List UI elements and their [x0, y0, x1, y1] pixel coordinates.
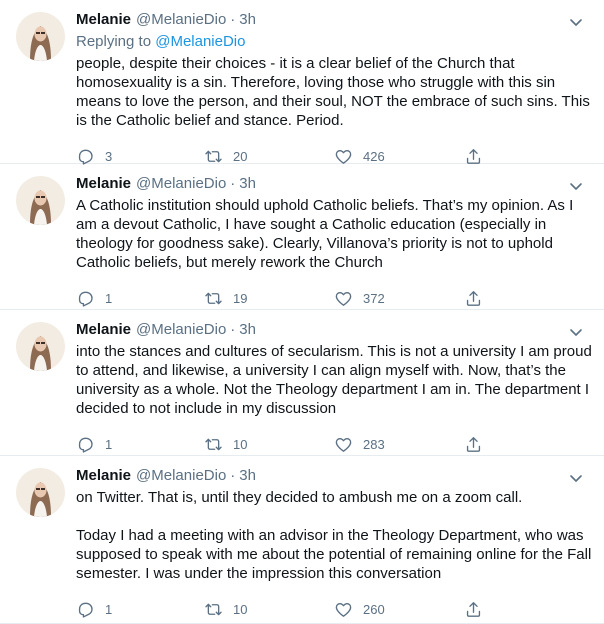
retweet-button[interactable]: 10 — [204, 435, 334, 454]
separator-dot: · — [230, 321, 236, 338]
tweet[interactable]: Melanie @MelanieDio · 3h A Catholic inst… — [0, 164, 604, 310]
tweet-text: on Twitter. That is, until they decided … — [76, 489, 592, 582]
reply-count: 3 — [105, 148, 113, 164]
like-button[interactable]: 260 — [334, 600, 464, 619]
user-handle[interactable]: @MelanieDio — [136, 466, 226, 486]
heart-icon — [335, 602, 352, 617]
reply-icon — [78, 437, 93, 453]
timestamp[interactable]: 3h — [239, 174, 256, 194]
tweet[interactable]: Melanie @MelanieDio · 3h Replying to @Me… — [0, 0, 604, 166]
share-button[interactable] — [464, 147, 504, 166]
reply-icon — [78, 602, 93, 618]
tweet-text: people, despite their choices - it is a … — [76, 55, 590, 129]
share-button[interactable] — [464, 289, 504, 308]
reply-count: 1 — [105, 601, 113, 617]
tweet[interactable]: Melanie @MelanieDio · 3h on Twitter. Tha… — [0, 456, 604, 624]
share-button[interactable] — [464, 435, 504, 454]
reply-icon — [78, 291, 93, 307]
retweet-button[interactable]: 20 — [204, 147, 334, 166]
tweet-text: A Catholic institution should uphold Cat… — [76, 197, 574, 271]
reply-icon — [78, 149, 93, 165]
share-icon — [466, 601, 481, 617]
retweet-count: 20 — [233, 148, 248, 164]
reply-button[interactable]: 1 — [76, 289, 204, 308]
reply-count: 1 — [105, 436, 113, 452]
retweet-icon — [205, 150, 222, 162]
display-name[interactable]: Melanie — [76, 466, 131, 486]
tweet[interactable]: Melanie @MelanieDio · 3h into the stance… — [0, 310, 604, 456]
chevron-down-icon[interactable] — [566, 176, 586, 196]
heart-icon — [335, 149, 352, 164]
timestamp[interactable]: 3h — [239, 10, 256, 30]
replying-to: Replying to @MelanieDio — [76, 32, 596, 52]
tweet-timeline: Melanie @MelanieDio · 3h Replying to @Me… — [0, 0, 604, 624]
like-count: 283 — [363, 436, 385, 452]
chevron-down-icon[interactable] — [566, 468, 586, 488]
separator-dot: · — [230, 175, 236, 192]
user-handle[interactable]: @MelanieDio — [136, 320, 226, 340]
heart-icon — [335, 437, 352, 452]
share-button[interactable] — [464, 600, 504, 619]
user-handle[interactable]: @MelanieDio — [136, 10, 226, 30]
chevron-down-icon[interactable] — [566, 12, 586, 32]
retweet-button[interactable]: 10 — [204, 600, 334, 619]
share-icon — [466, 148, 481, 164]
timestamp[interactable]: 3h — [239, 466, 256, 486]
avatar[interactable] — [16, 322, 65, 371]
chevron-down-icon[interactable] — [566, 322, 586, 342]
separator-dot: · — [230, 467, 236, 484]
reply-button[interactable]: 1 — [76, 435, 204, 454]
tweet-text: into the stances and cultures of secular… — [76, 343, 592, 417]
like-button[interactable]: 283 — [334, 435, 464, 454]
avatar[interactable] — [16, 468, 65, 517]
user-handle[interactable]: @MelanieDio — [136, 174, 226, 194]
retweet-icon — [205, 292, 222, 304]
like-count: 372 — [363, 290, 385, 306]
tweet-actions: 1 10 260 — [76, 589, 506, 624]
retweet-icon — [205, 438, 222, 450]
display-name[interactable]: Melanie — [76, 320, 131, 340]
timestamp[interactable]: 3h — [239, 320, 256, 340]
replying-prefix: Replying to — [76, 33, 156, 50]
reply-button[interactable]: 3 — [76, 147, 204, 166]
retweet-count: 19 — [233, 290, 248, 306]
retweet-count: 10 — [233, 436, 248, 452]
retweet-button[interactable]: 19 — [204, 289, 334, 308]
like-button[interactable]: 372 — [334, 289, 464, 308]
display-name[interactable]: Melanie — [76, 174, 131, 194]
avatar[interactable] — [16, 12, 65, 61]
retweet-icon — [205, 603, 222, 615]
share-icon — [466, 436, 481, 452]
like-count: 260 — [363, 601, 385, 617]
separator-dot: · — [230, 11, 236, 28]
retweet-count: 10 — [233, 601, 248, 617]
reply-count: 1 — [105, 290, 113, 306]
display-name[interactable]: Melanie — [76, 10, 131, 30]
like-button[interactable]: 426 — [334, 147, 464, 166]
like-count: 426 — [363, 148, 385, 164]
avatar[interactable] — [16, 176, 65, 225]
share-icon — [466, 290, 481, 306]
reply-button[interactable]: 1 — [76, 600, 204, 619]
replying-to-link[interactable]: @MelanieDio — [155, 33, 245, 50]
heart-icon — [335, 291, 352, 306]
